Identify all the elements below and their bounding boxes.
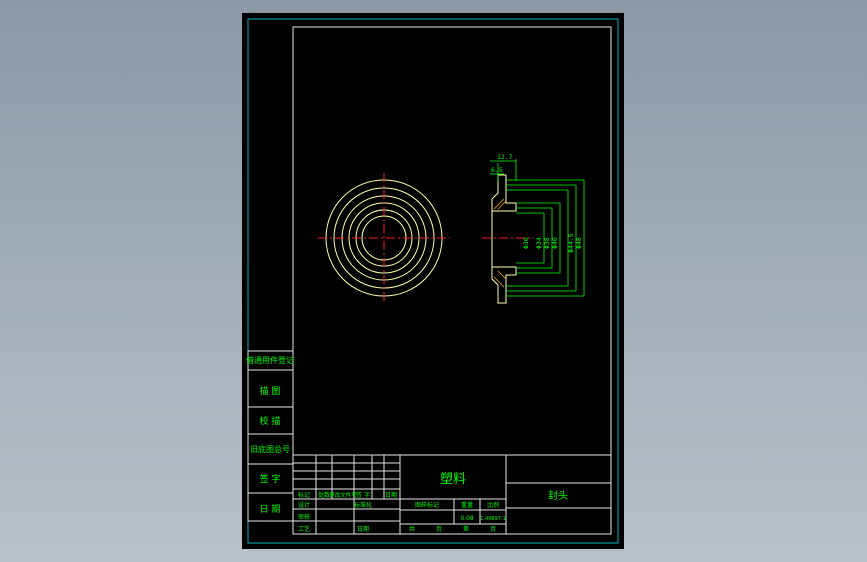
sign-label-process: 工艺 — [298, 525, 310, 533]
section-lower-profile — [491, 266, 517, 304]
dim-dia-40: Φ40 — [551, 237, 559, 249]
dim-width-inner: 6.5 — [491, 166, 503, 174]
rev-label-mark: 标记 — [298, 491, 310, 499]
dim-width-top: 12.7 — [497, 153, 513, 161]
material-label: 塑料 — [440, 472, 466, 487]
dim-dia-44-5: Φ44.5 — [567, 233, 575, 253]
section-dimensions — [490, 159, 585, 297]
strip-item-old-no: 旧底图总号 — [250, 444, 290, 454]
dim-dia-34: Φ34 — [535, 237, 543, 249]
drawing-sheet: 12.7 6.5 Φ30 Φ34 Φ38 Φ40 Φ44.5 Φ48 借通用件登… — [242, 13, 624, 549]
rev-label-count: 处数 — [318, 491, 330, 499]
dim-dia-30: Φ30 — [522, 237, 530, 249]
sign-label-date: 日期 — [357, 525, 369, 533]
section-hatch — [493, 198, 507, 288]
stage-label-weight: 重量 — [461, 501, 473, 509]
front-centerlines — [318, 173, 450, 303]
sign-label-standard: 标准化 — [354, 501, 372, 509]
sheet-label-total: 共 — [409, 525, 415, 533]
part-name: 封头 — [548, 489, 568, 502]
weight-value: 0.08 — [460, 515, 474, 522]
sheet-label-page1: 页 — [436, 526, 442, 533]
drawing-frame — [292, 26, 612, 456]
rev-label-date: 日期 — [385, 491, 397, 499]
strip-item-sign: 签 字 — [260, 473, 281, 485]
strip-item-check: 校 描 — [260, 415, 281, 427]
left-strip — [247, 350, 294, 522]
sheet-label-no: 第 — [463, 525, 469, 533]
cad-drawing: 12.7 6.5 Φ30 Φ34 Φ38 Φ40 Φ44.5 Φ48 借通用件登… — [246, 18, 619, 544]
outer-border — [247, 18, 619, 544]
strip-item-trace: 描 图 — [260, 385, 281, 397]
dim-dia-38: Φ38 — [543, 237, 551, 249]
section-view — [491, 174, 517, 304]
sign-label-design: 设计 — [298, 501, 310, 509]
strip-item-date: 日 期 — [260, 504, 281, 515]
stage-label-scale: 比例 — [487, 501, 499, 509]
strip-item-reg: 借通用件登记 — [246, 355, 294, 365]
stage-label-mark: 图样标记 — [415, 501, 439, 509]
sign-label-review: 审核 — [298, 513, 310, 521]
scale-value: 1.49697:1 — [480, 516, 506, 522]
dim-dia-48: Φ48 — [575, 237, 583, 249]
sheet-label-page2: 页 — [490, 526, 496, 533]
rev-label-sign: 签 字 — [356, 491, 370, 499]
rev-label-doc: 更改文件号 — [329, 491, 357, 499]
